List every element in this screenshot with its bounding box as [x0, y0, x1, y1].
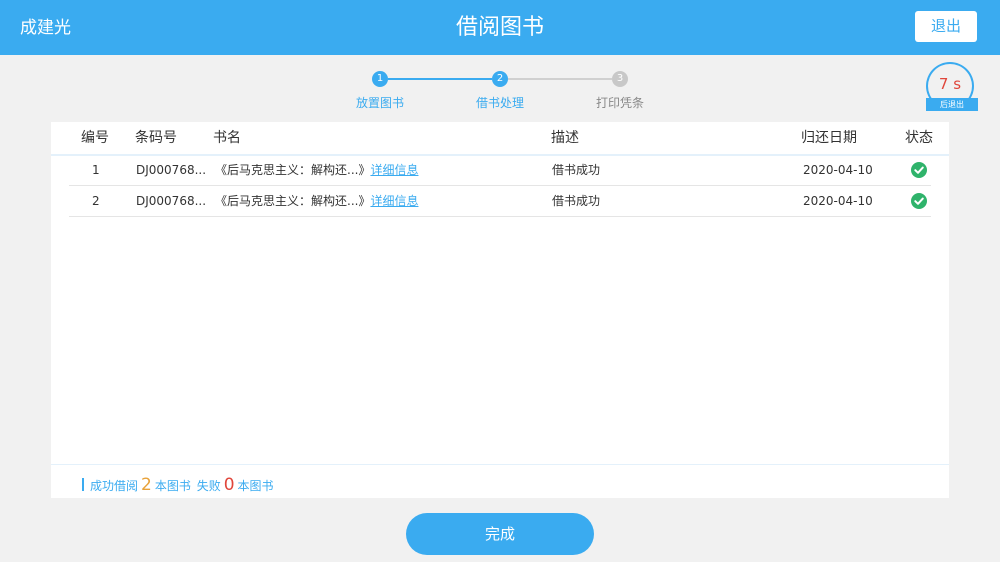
step-2-label: 借书处理 [475, 96, 524, 110]
row-no: 1 [92, 163, 100, 177]
row-desc: 借书成功 [552, 163, 601, 177]
check-circle-icon [911, 162, 927, 178]
table-header: 编号 条码号 书名 描述 归还日期 状态 [51, 122, 949, 156]
finish-button[interactable]: 完成 [406, 513, 594, 555]
fail-count: 0 [223, 475, 235, 495]
page-title: 借阅图书 [455, 15, 544, 40]
row-due-date: 2020-04-10 [803, 194, 873, 208]
step-1-dot: 1 [372, 71, 388, 87]
row-title: 《后马克思主义：解构还...》 [215, 163, 371, 177]
column-header-no: 编号 [81, 130, 109, 146]
row-desc: 借书成功 [552, 194, 601, 208]
column-header-barcode: 条码号 [135, 130, 177, 146]
step-3-dot: 3 [612, 71, 628, 87]
summary-success-suffix: 本图书 [154, 479, 191, 493]
table-row: 2 DJ000768... 《后马克思主义：解构还...》详细信息 借书成功 2… [69, 186, 931, 217]
countdown-suffix: 后退出 [926, 98, 978, 111]
step-2-dot: 2 [492, 71, 508, 87]
step-connector-1 [388, 78, 492, 80]
summary-success-prefix: 成功借阅 [90, 479, 139, 493]
column-header-due-date: 归还日期 [801, 130, 857, 146]
countdown-value: 7 s [938, 75, 962, 93]
detail-link[interactable]: 详细信息 [370, 194, 418, 208]
summary-accent-bar [82, 478, 84, 491]
countdown-timer: 7 s 后退出 [926, 62, 978, 112]
summary-divider [51, 464, 949, 465]
row-barcode: DJ000768... [136, 163, 207, 177]
summary-fail-suffix: 本图书 [237, 479, 274, 493]
detail-link[interactable]: 详细信息 [370, 163, 418, 177]
column-header-status: 状态 [905, 130, 933, 146]
column-header-title: 书名 [213, 130, 241, 146]
row-due-date: 2020-04-10 [803, 163, 873, 177]
borrow-result-panel: 编号 条码号 书名 描述 归还日期 状态 1 DJ000768... 《后马克思… [51, 122, 949, 498]
row-title-cell: 《后马克思主义：解构还...》详细信息 [215, 162, 418, 178]
step-connector-2 [508, 78, 612, 80]
column-header-desc: 描述 [551, 130, 579, 146]
borrow-summary: 成功借阅 2 本图书 失败 0 本图书 [82, 474, 274, 497]
step-1-label: 放置图书 [355, 96, 404, 110]
progress-stepper: 1 2 3 放置图书 借书处理 打印凭条 [0, 68, 1000, 118]
row-title-cell: 《后马克思主义：解构还...》详细信息 [215, 193, 418, 209]
row-title: 《后马克思主义：解构还...》 [215, 194, 371, 208]
step-3-label: 打印凭条 [595, 96, 644, 110]
summary-fail-prefix: 失败 [196, 479, 221, 493]
success-count: 2 [141, 475, 152, 495]
row-barcode: DJ000768... [136, 194, 207, 208]
row-no: 2 [92, 194, 100, 208]
table-row: 1 DJ000768... 《后马克思主义：解构还...》详细信息 借书成功 2… [69, 155, 931, 186]
top-header: 成建光 借阅图书 退出 [0, 0, 1000, 55]
check-circle-icon [911, 193, 927, 209]
logout-button[interactable]: 退出 [915, 11, 977, 42]
